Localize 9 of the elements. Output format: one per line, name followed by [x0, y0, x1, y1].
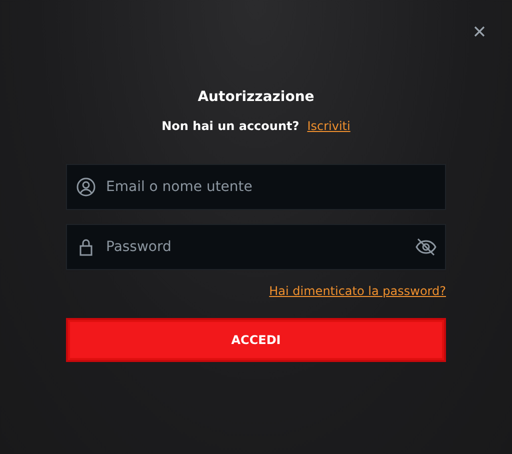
forgot-password-link[interactable]: Hai dimenticato la password? — [269, 284, 446, 298]
login-button[interactable]: ACCEDI — [66, 318, 446, 362]
eye-slash-icon[interactable] — [415, 238, 437, 256]
close-icon[interactable] — [474, 26, 485, 37]
signup-prompt: Non hai un account? — [162, 119, 300, 133]
input-field[interactable]: Email o nome utente — [66, 164, 446, 210]
dialog-title: Autorizzazione — [196, 89, 316, 105]
signup-link[interactable]: Iscriviti — [307, 119, 350, 133]
input-field[interactable]: Password — [66, 224, 446, 270]
